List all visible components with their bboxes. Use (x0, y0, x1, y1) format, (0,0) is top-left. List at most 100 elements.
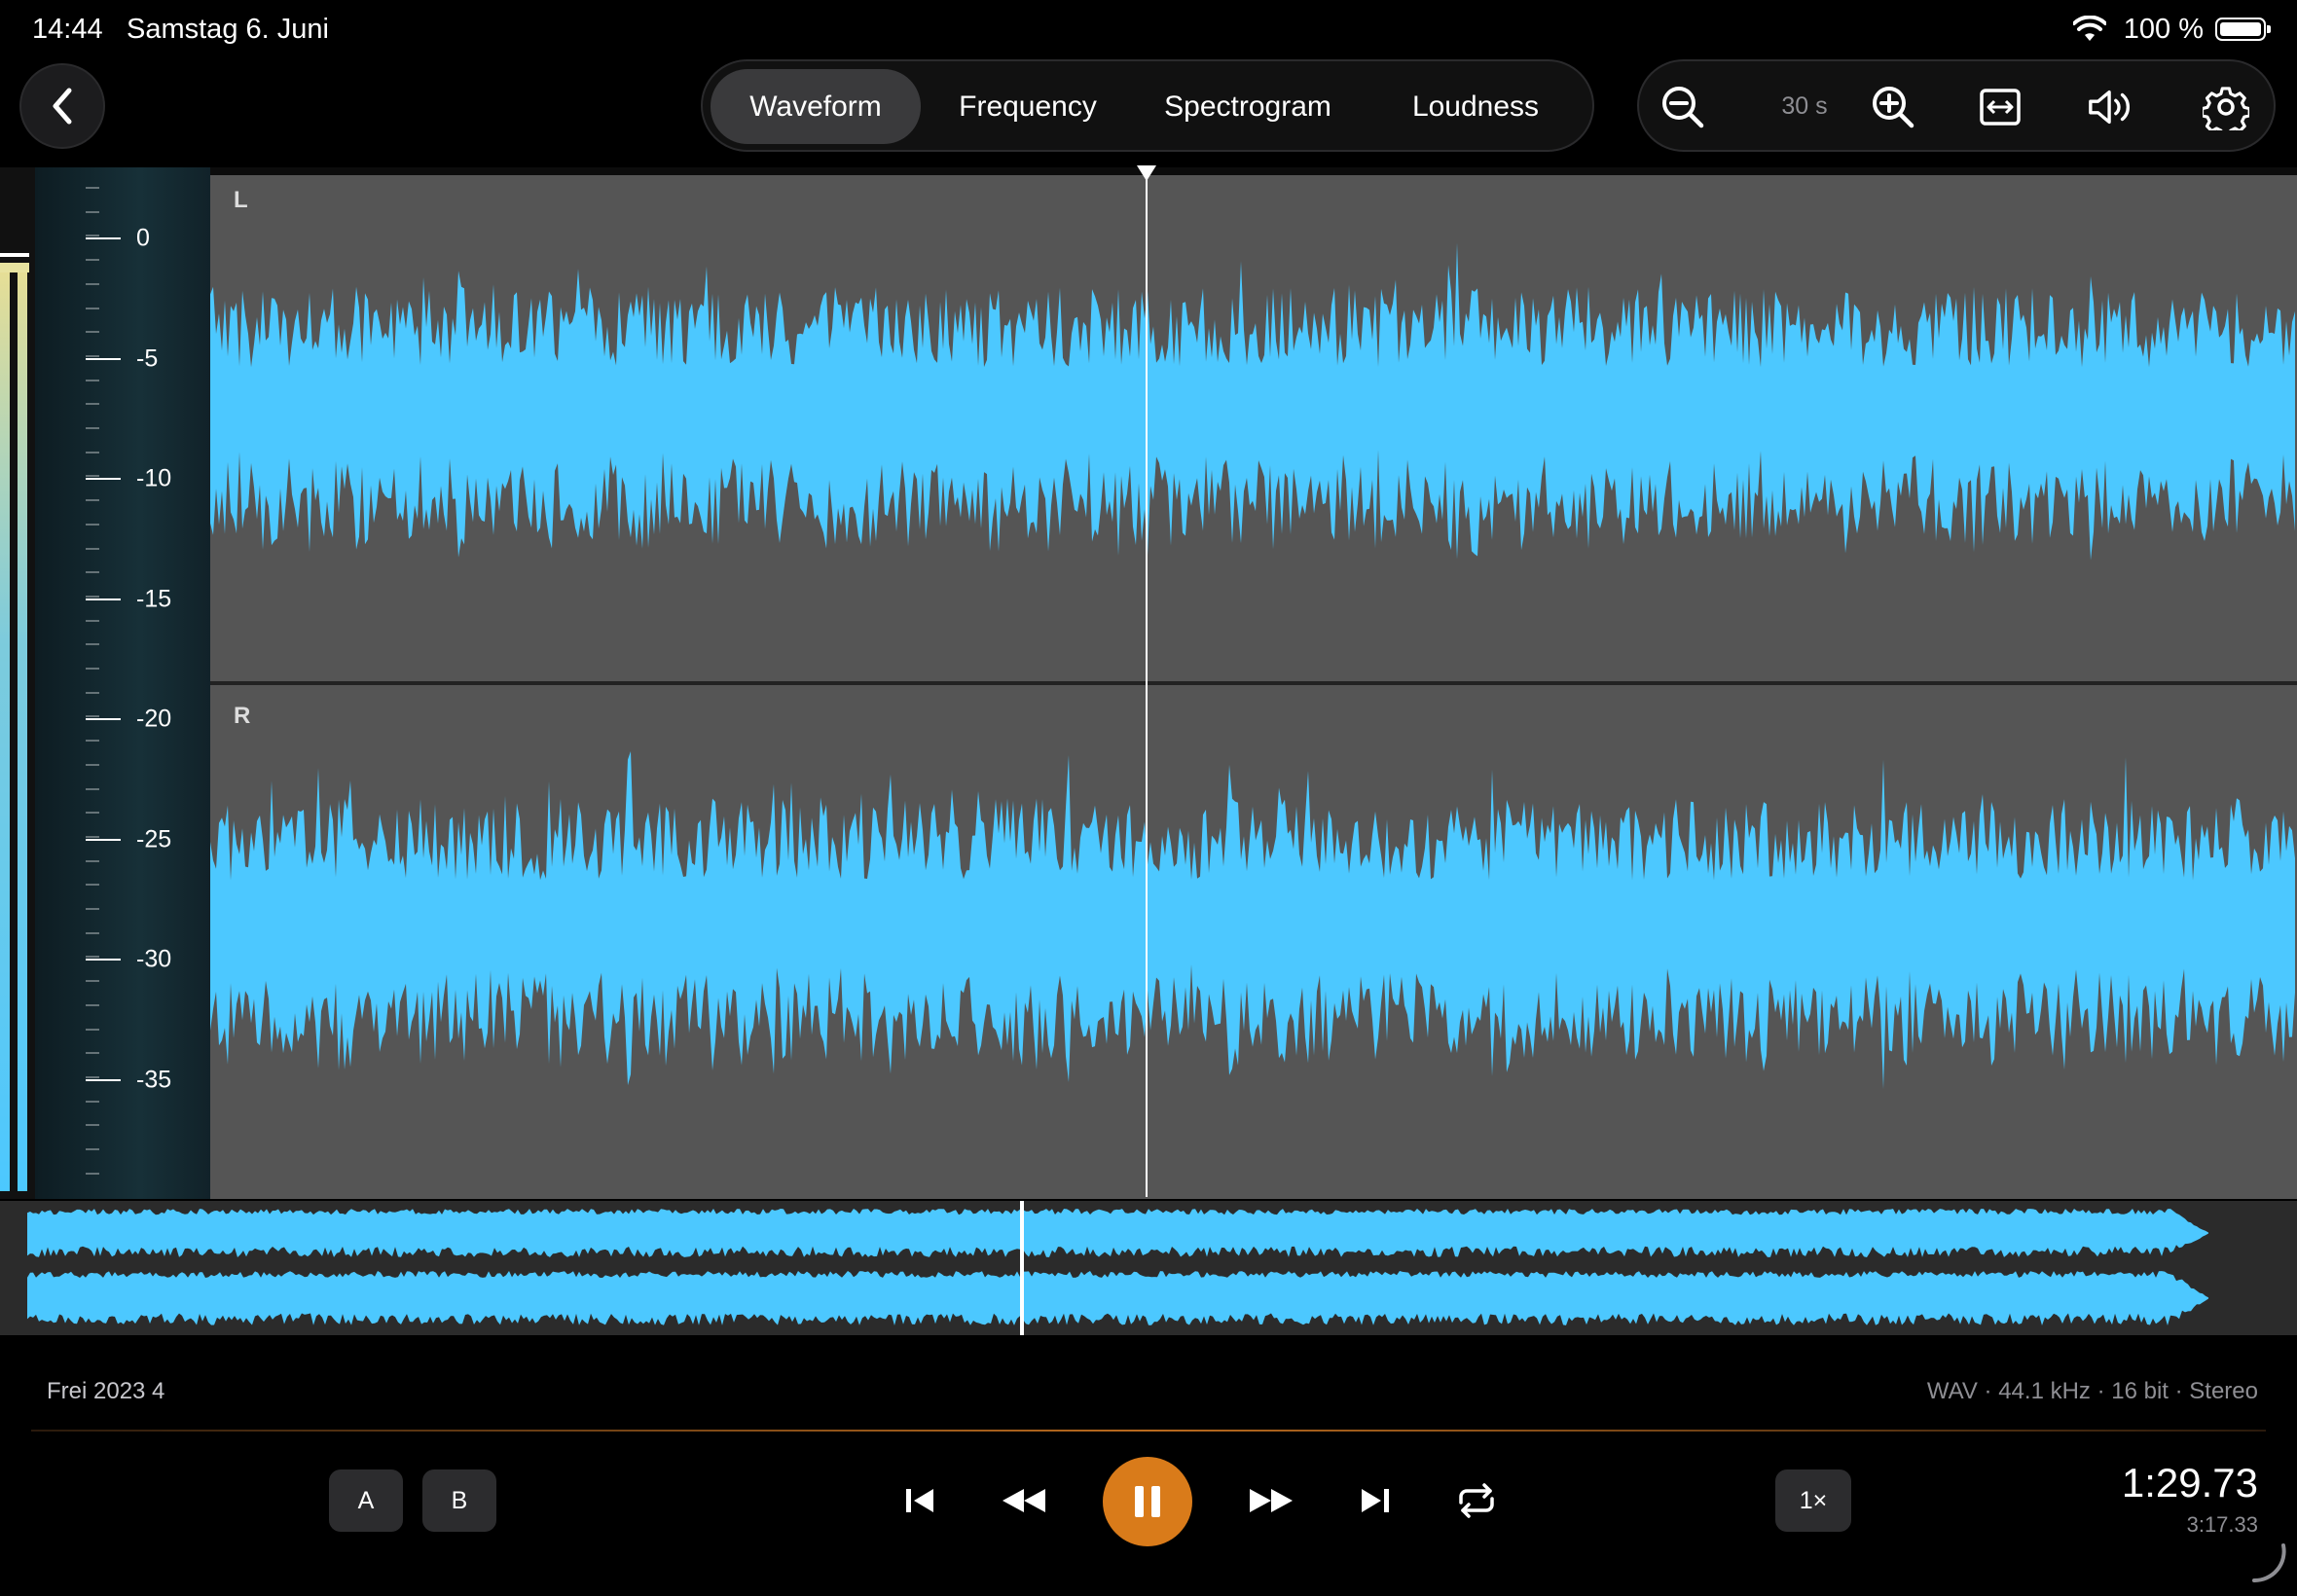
skip-to-end-button[interactable] (1345, 1470, 1405, 1531)
overview-waveform-path (27, 1271, 2208, 1325)
view-tabs: Waveform Frequency Spectrogram Loudness (701, 59, 1594, 152)
db-minor-tick (86, 980, 99, 983)
db-tick (86, 357, 121, 360)
track-name: Frei 2023 4 (47, 1378, 165, 1404)
db-minor-tick (86, 547, 99, 550)
db-minor-tick (86, 859, 99, 862)
battery-icon (2215, 18, 2271, 41)
tab-spectrogram[interactable]: Spectrogram (1135, 69, 1361, 144)
db-minor-tick (86, 523, 99, 526)
db-minor-tick (86, 787, 99, 790)
db-tick (86, 1078, 121, 1081)
db-tick (86, 718, 121, 720)
overview-waveform[interactable] (0, 1201, 2297, 1335)
db-minor-tick (86, 1148, 99, 1150)
db-minor-tick (86, 403, 99, 406)
db-tick (86, 598, 121, 600)
channel-left (210, 175, 2297, 681)
db-tick (86, 478, 121, 480)
overview-playhead[interactable] (1020, 1201, 1025, 1335)
db-minor-tick (86, 740, 99, 743)
db-minor-tick (86, 908, 99, 910)
fast-forward-button[interactable] (1241, 1470, 1301, 1531)
channel-label-right: R (234, 703, 251, 729)
tab-frequency[interactable]: Frequency (929, 69, 1127, 144)
db-label: 0 (136, 224, 150, 252)
db-label: -35 (136, 1066, 172, 1093)
track-format: WAV · 44.1 kHz · 16 bit · Stereo (1926, 1378, 2258, 1404)
waveform-path (210, 242, 2295, 561)
db-minor-tick (86, 1100, 99, 1103)
chevron-left-icon (53, 88, 72, 125)
db-minor-tick (86, 210, 99, 213)
db-minor-tick (86, 427, 99, 429)
db-minor-tick (86, 1075, 99, 1078)
skip-to-start-button[interactable] (890, 1470, 950, 1531)
db-minor-tick (86, 1003, 99, 1006)
pause-icon (1135, 1486, 1160, 1517)
db-label: -20 (136, 705, 172, 733)
db-minor-tick (86, 884, 99, 887)
db-minor-tick (86, 1052, 99, 1055)
settings-button[interactable] (2202, 83, 2250, 131)
rewind-icon (1003, 1489, 1045, 1512)
gear-icon (2203, 87, 2249, 130)
db-minor-tick (86, 187, 99, 189)
back-button[interactable] (19, 63, 105, 149)
db-minor-tick (86, 763, 99, 766)
zoom-out-button[interactable] (1659, 83, 1707, 131)
db-minor-tick (86, 571, 99, 574)
status-time: 14:44 (32, 14, 103, 45)
db-minor-tick (86, 812, 99, 815)
zoom-level[interactable]: 30 s (1766, 92, 1843, 121)
db-minor-tick (86, 499, 99, 502)
db-minor-tick (86, 1172, 99, 1175)
battery-percent: 100 % (2123, 14, 2204, 45)
pause-button[interactable] (1103, 1457, 1192, 1546)
status-date: Samstag 6. Juni (127, 14, 329, 45)
repeat-icon (1459, 1483, 1494, 1518)
fit-width-icon (1980, 89, 2021, 126)
db-minor-tick (86, 451, 99, 453)
tab-loudness[interactable]: Loudness (1368, 69, 1583, 144)
db-label: -10 (136, 464, 172, 492)
db-minor-tick (86, 595, 99, 598)
db-minor-tick (86, 475, 99, 478)
db-tick (86, 959, 121, 961)
db-minor-tick (86, 1124, 99, 1127)
rewind-button[interactable] (994, 1470, 1054, 1531)
db-minor-tick (86, 331, 99, 334)
zoom-out-icon (1662, 87, 1704, 128)
db-minor-tick (86, 668, 99, 670)
tab-waveform[interactable]: Waveform (711, 69, 921, 144)
resize-handle-icon[interactable] (2248, 1542, 2287, 1584)
channel-label-left: L (234, 187, 248, 213)
total-duration: 3:17.33 (2186, 1512, 2258, 1537)
playhead[interactable] (1146, 173, 1148, 1197)
zoom-in-icon (1873, 87, 1914, 128)
db-minor-tick (86, 307, 99, 309)
toolbar: 30 s (1637, 59, 2276, 152)
db-minor-tick (86, 691, 99, 694)
fit-width-button[interactable] (1976, 83, 2024, 131)
db-scale: 0 -5 -10 -15 -20 -25 -30 -35 (35, 167, 210, 1199)
db-label: -5 (136, 345, 159, 372)
db-label: -25 (136, 825, 172, 852)
db-minor-tick (86, 259, 99, 262)
playback-speed-button[interactable]: 1× (1775, 1469, 1851, 1532)
repeat-button[interactable] (1446, 1470, 1507, 1531)
db-minor-tick (86, 379, 99, 381)
channel-right (210, 685, 2297, 1199)
skip-forward-icon (1362, 1489, 1389, 1512)
db-minor-tick (86, 715, 99, 718)
zoom-in-button[interactable] (1869, 83, 1917, 131)
db-minor-tick (86, 835, 99, 838)
volume-button[interactable] (2087, 83, 2135, 131)
overview-waveform-path (27, 1209, 2208, 1257)
db-tick (86, 838, 121, 841)
loop-a-button[interactable]: A (329, 1469, 403, 1532)
loop-b-button[interactable]: B (422, 1469, 496, 1532)
volume-icon (2089, 90, 2130, 125)
db-minor-tick (86, 282, 99, 285)
db-label: -15 (136, 585, 172, 612)
